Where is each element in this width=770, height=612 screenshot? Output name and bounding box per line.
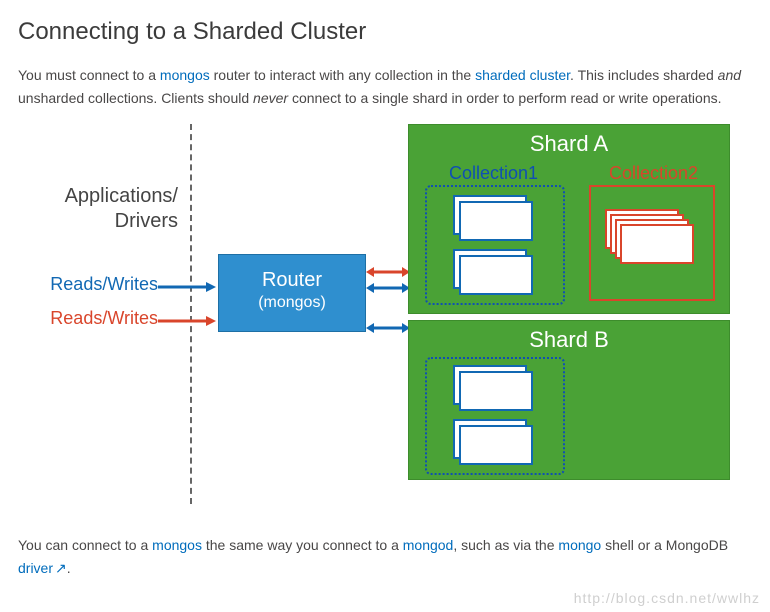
link-sharded-cluster[interactable]: sharded cluster (475, 67, 570, 83)
arrow-blue-in (158, 281, 218, 293)
document-icon (459, 201, 533, 241)
shard-a-box: Shard A Collection1 Collection2 (408, 124, 730, 314)
intro-t4: unsharded collections. Clients should (18, 90, 253, 106)
arrow-router-sharda-blue (366, 282, 410, 294)
reads-writes-red: Reads/Writes (28, 308, 158, 329)
outro-t1: You can connect to a (18, 537, 152, 553)
intro-t5: connect to a single shard in order to pe… (288, 90, 721, 106)
outro-t4: shell or a MongoDB (601, 537, 728, 553)
outro-t3: , such as via the (453, 537, 558, 553)
link-mongo-shell[interactable]: mongo (558, 537, 601, 553)
doc-group (453, 195, 543, 241)
intro-t3: . This includes sharded (570, 67, 718, 83)
apps-label: Applications/ Drivers (48, 184, 178, 234)
link-mongos[interactable]: mongos (160, 67, 210, 83)
collection2-label: Collection2 (609, 163, 698, 184)
document-icon (459, 371, 533, 411)
watermark: http://blog.csdn.net/wwlhz (574, 590, 760, 606)
doc-stack (605, 209, 715, 289)
shard-b-box: Shard B (408, 320, 730, 480)
document-icon (459, 255, 533, 295)
doc-group (453, 365, 543, 411)
intro-paragraph: You must connect to a mongos router to i… (18, 64, 752, 110)
apps-line2: Drivers (115, 210, 178, 232)
apps-line1: Applications/ (65, 185, 178, 207)
divider-line (190, 124, 192, 504)
outro-paragraph: You can connect to a mongos the same way… (18, 534, 752, 580)
collection2-container (589, 185, 715, 301)
doc-group (453, 419, 543, 465)
collection1-label: Collection1 (449, 163, 538, 184)
router-box: Router (mongos) (218, 254, 366, 332)
link-mongos-2[interactable]: mongos (152, 537, 202, 553)
shard-b-title: Shard B (409, 327, 729, 353)
arrow-red-in (158, 315, 218, 327)
external-link-icon: ↗ (55, 560, 67, 576)
document-icon (459, 425, 533, 465)
collection1-container (425, 185, 565, 305)
outro-t2: the same way you connect to a (202, 537, 403, 553)
page-title: Connecting to a Sharded Cluster (18, 18, 752, 46)
intro-t1: You must connect to a (18, 67, 160, 83)
em-never: never (253, 90, 288, 106)
arrow-router-sharda-red (366, 266, 410, 278)
document-icon (620, 224, 694, 264)
reads-writes-blue: Reads/Writes (28, 274, 158, 295)
doc-group (453, 249, 543, 295)
intro-t2: router to interact with any collection i… (210, 67, 475, 83)
link-mongod[interactable]: mongod (403, 537, 454, 553)
outro-t5: . (67, 560, 71, 576)
shard-a-title: Shard A (409, 131, 729, 157)
link-driver[interactable]: driver↗ (18, 560, 67, 576)
em-and: and (718, 67, 741, 83)
router-sub: (mongos) (219, 293, 365, 314)
collection1-container (425, 357, 565, 475)
arrow-router-shardb-blue (366, 322, 410, 334)
architecture-diagram: Applications/ Drivers Reads/Writes Reads… (18, 124, 738, 504)
router-title: Router (219, 267, 365, 293)
